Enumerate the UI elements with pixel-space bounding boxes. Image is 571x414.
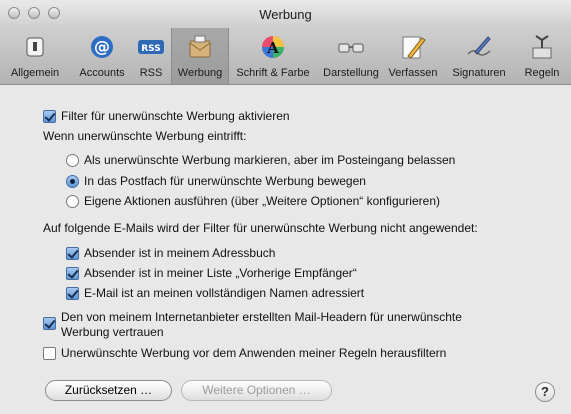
radio-custom-actions[interactable]: Eigene Aktionen ausführen (über „Weitere… (66, 194, 440, 208)
exempt-full-name-row[interactable]: E-Mail ist an meinen vollständigen Namen… (66, 286, 364, 300)
radio-mark-in-inbox-button[interactable] (66, 153, 79, 167)
switch-icon (26, 37, 44, 57)
font-color-icon: A (262, 36, 284, 58)
tab-werbung[interactable]: Werbung (171, 28, 229, 84)
tab-schrift-farbe[interactable]: A Schrift & Farbe (231, 28, 315, 84)
help-button[interactable]: ? (535, 382, 555, 402)
prefilter-row[interactable]: Unerwünschte Werbung vor dem Anwenden me… (43, 346, 446, 360)
tab-label-werbung: Werbung (177, 67, 223, 79)
tab-rss[interactable]: RSS RSS (135, 28, 167, 84)
rss-icon: RSS (138, 40, 164, 54)
exempt-previous-recipients-label: Absender ist in meiner Liste „Vorherige … (84, 266, 357, 280)
at-sign-icon: @ (91, 36, 113, 58)
tab-verfassen[interactable]: Verfassen (385, 28, 441, 84)
junk-mail-icon (189, 35, 211, 58)
exempt-address-book-checkbox[interactable] (66, 246, 79, 260)
reset-button[interactable]: Zurücksetzen … (45, 380, 172, 401)
trust-headers-checkbox[interactable] (43, 317, 56, 330)
prefilter-checkbox[interactable] (43, 346, 56, 360)
preferences-window: Werbung Allgemein @ Accounts RSS RSS Wer… (0, 0, 571, 414)
radio-move-to-junk[interactable]: In das Postfach für unerwünschte Werbung… (66, 174, 366, 188)
tab-label-allgemein: Allgemein (10, 67, 60, 79)
radio-custom-actions-label: Eigene Aktionen ausführen (über „Weitere… (84, 194, 440, 208)
svg-text:RSS: RSS (141, 44, 161, 54)
tab-label-regeln: Regeln (524, 67, 560, 79)
tab-label-verfassen: Verfassen (388, 67, 438, 79)
compose-pencil-icon (402, 36, 426, 59)
tab-allgemein[interactable]: Allgemein (6, 28, 64, 84)
tab-accounts[interactable]: @ Accounts (72, 28, 132, 84)
window-title: Werbung (259, 7, 312, 22)
exempt-previous-recipients-checkbox[interactable] (66, 266, 79, 280)
radio-move-to-junk-label: In das Postfach für unerwünschte Werbung… (84, 174, 366, 188)
tab-label-accounts: Accounts (79, 67, 125, 79)
tab-label-schrift-farbe: Schrift & Farbe (236, 67, 310, 79)
radio-mark-in-inbox[interactable]: Als unerwünschte Werbung markieren, aber… (66, 153, 455, 167)
title-bar: Werbung (0, 0, 571, 28)
rules-arrows-icon (532, 35, 552, 59)
radio-move-to-junk-button[interactable] (66, 174, 79, 188)
enable-filter-label: Filter für unerwünschte Werbung aktivier… (61, 109, 290, 123)
tab-signaturen[interactable]: Signaturen (444, 28, 514, 84)
enable-filter-checkbox[interactable] (43, 109, 56, 123)
tab-label-darstellung: Darstellung (323, 67, 379, 79)
tab-label-signaturen: Signaturen (452, 67, 506, 79)
exempt-full-name-label: E-Mail ist an meinen vollständigen Namen… (84, 286, 365, 300)
enable-filter-checkbox-row[interactable]: Filter für unerwünschte Werbung aktivier… (43, 109, 290, 123)
radio-custom-actions-button[interactable] (66, 194, 79, 208)
exempt-address-book-row[interactable]: Absender ist in meinem Adressbuch (66, 246, 275, 260)
trust-headers-row[interactable]: Den von meinem Internetanbieter erstellt… (43, 310, 462, 340)
exempt-heading: Auf folgende E-Mails wird der Filter für… (43, 221, 478, 235)
trust-headers-label-line2: Werbung vertrauen (61, 325, 164, 339)
signature-pen-icon (467, 36, 491, 56)
prefilter-label: Unerwünschte Werbung vor dem Anwenden me… (61, 346, 447, 360)
tab-regeln[interactable]: Regeln (516, 28, 568, 84)
exempt-address-book-label: Absender ist in meinem Adressbuch (84, 246, 276, 260)
tab-label-rss: RSS (139, 67, 163, 79)
radio-mark-in-inbox-label: Als unerwünschte Werbung markieren, aber… (84, 153, 456, 167)
svg-text:@: @ (94, 37, 110, 56)
svg-text:A: A (266, 39, 279, 57)
when-heading: Wenn unerwünschte Werbung eintrifft: (43, 129, 247, 143)
trust-headers-label: Den von meinem Internetanbieter erstellt… (61, 310, 462, 340)
preferences-toolbar: Allgemein @ Accounts RSS RSS Werbung A S… (0, 28, 571, 85)
trust-headers-label-line1: Den von meinem Internetanbieter erstellt… (61, 310, 462, 324)
tab-darstellung[interactable]: Darstellung (319, 28, 383, 84)
more-options-button[interactable]: Weitere Optionen … (181, 380, 332, 401)
exempt-full-name-checkbox[interactable] (66, 286, 79, 300)
exempt-previous-recipients-row[interactable]: Absender ist in meiner Liste „Vorherige … (66, 266, 357, 280)
glasses-icon (338, 43, 364, 53)
